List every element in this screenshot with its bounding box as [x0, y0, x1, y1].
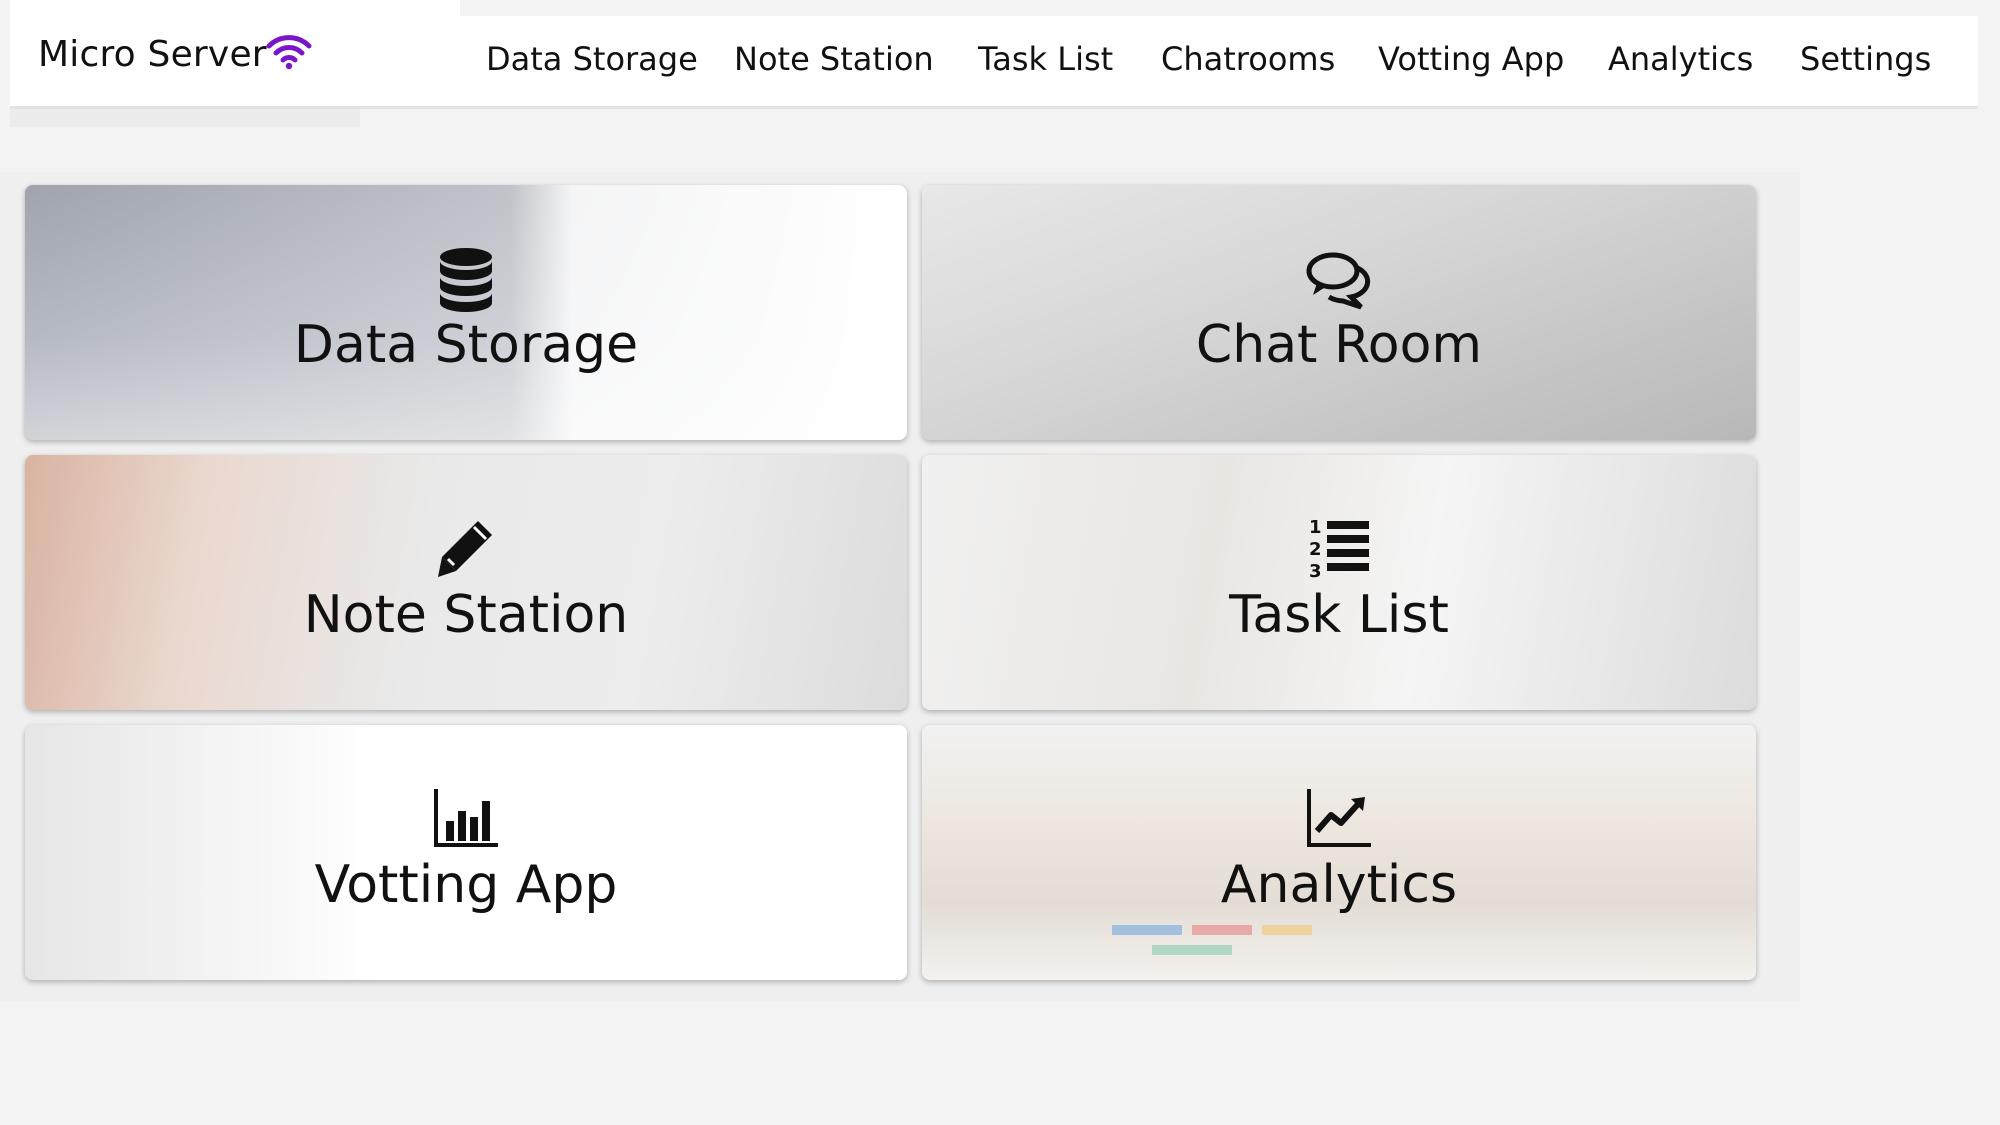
decorative-stripe: [1262, 925, 1312, 935]
app-title: Micro Server: [38, 34, 267, 75]
decorative-stripe: [1112, 925, 1182, 935]
card-data-storage[interactable]: Data Storage: [25, 185, 907, 440]
nav-note-station[interactable]: Note Station: [734, 40, 934, 78]
svg-text:1: 1: [1309, 517, 1322, 538]
wifi-icon: [266, 35, 312, 70]
svg-text:2: 2: [1309, 539, 1322, 560]
nav-data-storage[interactable]: Data Storage: [486, 40, 698, 78]
card-label: Votting App: [314, 855, 618, 915]
header-divider: [10, 109, 360, 127]
database-icon: [440, 248, 492, 312]
bar-chart-icon: [434, 789, 498, 847]
nav-votting-app[interactable]: Votting App: [1378, 40, 1564, 78]
brand-header: Micro Server: [10, 0, 460, 109]
nav-settings[interactable]: Settings: [1800, 40, 1931, 78]
card-task-list[interactable]: 1 2 3 Task List: [922, 455, 1756, 710]
card-label: Data Storage: [293, 315, 639, 375]
line-chart-icon: [1307, 789, 1371, 847]
card-chat-room[interactable]: Chat Room: [922, 185, 1756, 440]
nav-analytics[interactable]: Analytics: [1608, 40, 1753, 78]
card-analytics[interactable]: Analytics: [922, 725, 1756, 980]
pencil-icon: [438, 521, 492, 577]
nav-chatrooms[interactable]: Chatrooms: [1161, 40, 1335, 78]
card-note-station[interactable]: Note Station: [25, 455, 907, 710]
top-navbar: Data Storage Note Station Task List Chat…: [460, 16, 1978, 109]
card-votting-app[interactable]: Votting App: [25, 725, 907, 980]
numbered-list-icon: 1 2 3: [1309, 517, 1369, 582]
decorative-stripe: [1152, 945, 1232, 955]
card-label: Task List: [1229, 585, 1449, 645]
card-label: Analytics: [1220, 855, 1458, 915]
card-label: Chat Room: [1195, 315, 1483, 375]
chat-bubbles-icon: [1306, 252, 1371, 310]
decorative-stripe: [1192, 925, 1252, 935]
card-label: Note Station: [303, 585, 629, 645]
nav-task-list[interactable]: Task List: [978, 40, 1113, 78]
svg-text:3: 3: [1309, 561, 1322, 582]
